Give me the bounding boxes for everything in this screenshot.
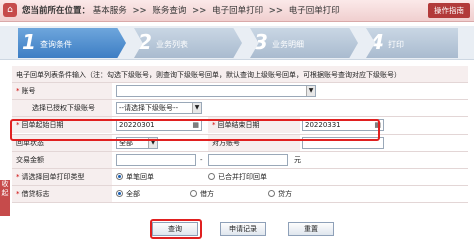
highlight-date-range: [10, 119, 380, 141]
form-note: 电子回单列表条件输入（注：勾选下级账号，则查询下级账号回单，默认查询上级账号回单…: [16, 71, 401, 79]
account-label: 账号: [21, 87, 36, 95]
crumb-separator: >>: [268, 6, 284, 16]
reset-button[interactable]: 重置: [288, 222, 334, 236]
amount-unit: 元: [294, 156, 301, 164]
step-label: 打印: [388, 40, 404, 49]
collapse-side-tab[interactable]: 收起: [0, 180, 10, 216]
amount-min-input[interactable]: [116, 154, 196, 166]
sub-account-value: --请选择下级账号--: [119, 104, 179, 112]
account-row: * 账号 ▼: [12, 83, 468, 100]
step-number: 1: [22, 30, 36, 54]
amount-max-input[interactable]: [208, 154, 288, 166]
radio-icon[interactable]: [116, 173, 123, 180]
amount-row: 交易金额 - 元: [12, 152, 468, 169]
step-label: 业务明细: [272, 40, 304, 49]
radio-icon[interactable]: [116, 190, 123, 197]
home-icon[interactable]: ⌂: [3, 3, 17, 17]
highlight-query-button: [150, 219, 202, 239]
crumb-account-query[interactable]: 账务查询: [152, 6, 186, 16]
apply-record-button[interactable]: 申请记录: [220, 222, 266, 236]
range-dash: -: [200, 156, 203, 164]
debit-credit-label: 借贷标志: [21, 190, 50, 198]
sub-account-label: 选择已授权下级账号: [12, 100, 112, 116]
breadcrumb-bar: ⌂ 您当前所在位置： 基本服务 >> 账务查询 >> 电子回单打印 >> 电子回…: [0, 0, 474, 22]
step-print: 4 打印: [366, 28, 458, 58]
step-number: 2: [138, 30, 152, 54]
radio-icon[interactable]: [190, 190, 197, 197]
debit-credit-row: * 借贷标志 全部 借方 贷方: [12, 186, 468, 203]
amount-label: 交易金额: [12, 152, 112, 168]
print-type-row: * 请选择回单打印类型 单笔回单 已合并打印回单: [12, 169, 468, 186]
crumb-e-receipt-print-current: 电子回单打印: [288, 6, 340, 16]
step-number: 4: [370, 30, 384, 54]
step-label: 业务列表: [156, 40, 188, 49]
crumb-basic-service[interactable]: 基本服务: [93, 6, 127, 16]
debit-credit-debit[interactable]: 借方: [190, 186, 214, 202]
debit-credit-credit[interactable]: 贷方: [268, 186, 292, 202]
print-type-single[interactable]: 单笔回单: [116, 169, 154, 185]
required-mark: *: [16, 190, 20, 198]
account-select[interactable]: ▼: [116, 85, 316, 97]
breadcrumb: 您当前所在位置： 基本服务 >> 账务查询 >> 电子回单打印 >> 电子回单打…: [22, 4, 340, 16]
help-guide-button[interactable]: 操作指南: [428, 3, 470, 18]
chevron-down-icon: ▼: [306, 86, 315, 96]
radio-icon[interactable]: [208, 173, 215, 180]
step-wizard: 1 查询条件 2 业务列表 3 业务明细 4 打印: [0, 26, 474, 60]
step-number: 3: [254, 30, 268, 54]
crumb-separator: >>: [132, 6, 147, 16]
location-label: 您当前所在位置：: [22, 6, 91, 16]
crumb-separator: >>: [192, 6, 207, 16]
step-query-conditions: 1 查询条件: [18, 28, 126, 58]
crumb-e-receipt-print[interactable]: 电子回单打印: [212, 6, 263, 16]
required-mark: *: [16, 173, 20, 181]
radio-icon[interactable]: [268, 190, 275, 197]
sub-account-select[interactable]: --请选择下级账号-- ▼: [116, 102, 202, 114]
step-business-detail: 3 业务明细: [250, 28, 358, 58]
print-type-merged[interactable]: 已合并打印回单: [208, 169, 267, 185]
print-type-label: 请选择回单打印类型: [21, 173, 85, 181]
step-business-list: 2 业务列表: [134, 28, 242, 58]
debit-credit-all[interactable]: 全部: [116, 186, 140, 202]
sub-account-row: 选择已授权下级账号 --请选择下级账号-- ▼: [12, 100, 468, 117]
step-label: 查询条件: [40, 40, 72, 49]
form-note-row: 电子回单列表条件输入（注：勾选下级账号，则查询下级账号回单，默认查询上级账号回单…: [12, 66, 468, 83]
required-mark: *: [16, 87, 20, 95]
chevron-down-icon: ▼: [192, 103, 201, 113]
